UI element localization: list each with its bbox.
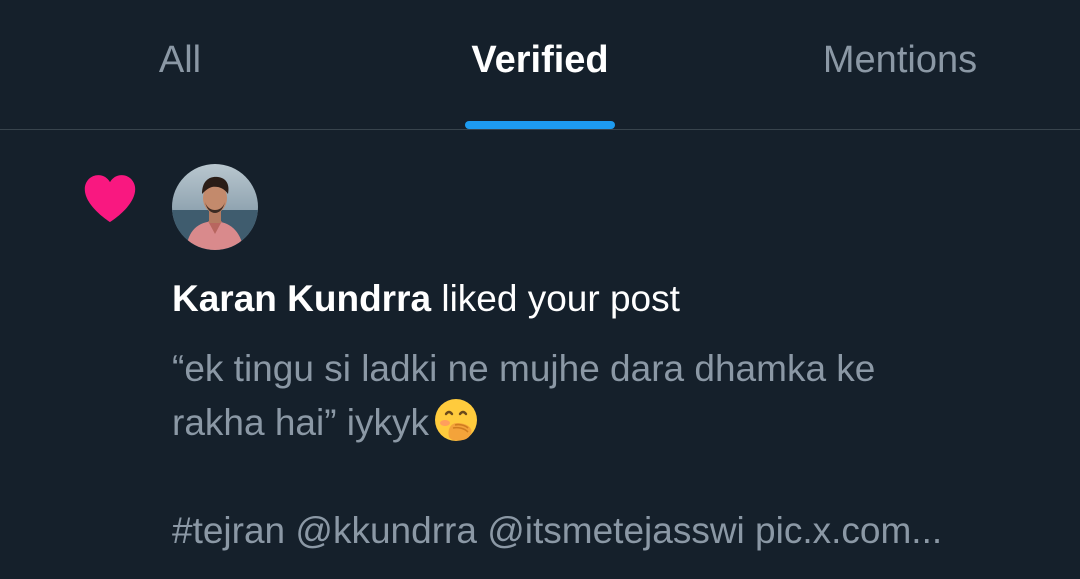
- avatar-image: [172, 164, 258, 250]
- post-line-2: rakha hai” iykyk: [172, 402, 430, 443]
- post-text[interactable]: “ek tingu si ladki ne mujhe dara dhamka …: [172, 342, 1052, 450]
- notification-headline: Karan Kundrra liked your post: [172, 276, 680, 322]
- active-tab-indicator: [465, 121, 615, 129]
- tab-all[interactable]: All: [0, 0, 360, 129]
- post-tags-line[interactable]: #tejran @kkundrra @itsmetejasswi pic.x.c…: [172, 504, 942, 558]
- tab-verified[interactable]: Verified: [360, 0, 720, 129]
- tab-mentions[interactable]: Mentions: [720, 0, 1080, 129]
- avatar[interactable]: [172, 164, 258, 250]
- tab-mentions-label: Mentions: [822, 39, 978, 81]
- notification-tabs: All Verified Mentions: [0, 0, 1080, 130]
- hand-over-mouth-emoji: [435, 399, 478, 441]
- action-text: liked your post: [441, 278, 680, 319]
- notification-item[interactable]: Karan Kundrra liked your post “ek tingu …: [0, 130, 1080, 579]
- user-name[interactable]: Karan Kundrra: [172, 278, 431, 319]
- tab-verified-label: Verified: [471, 39, 609, 81]
- tab-all-label: All: [158, 39, 202, 81]
- post-line-2-wrap: rakha hai” iykyk: [172, 396, 1052, 450]
- heart-icon: [84, 175, 136, 223]
- post-line-1: “ek tingu si ladki ne mujhe dara dhamka …: [172, 348, 876, 389]
